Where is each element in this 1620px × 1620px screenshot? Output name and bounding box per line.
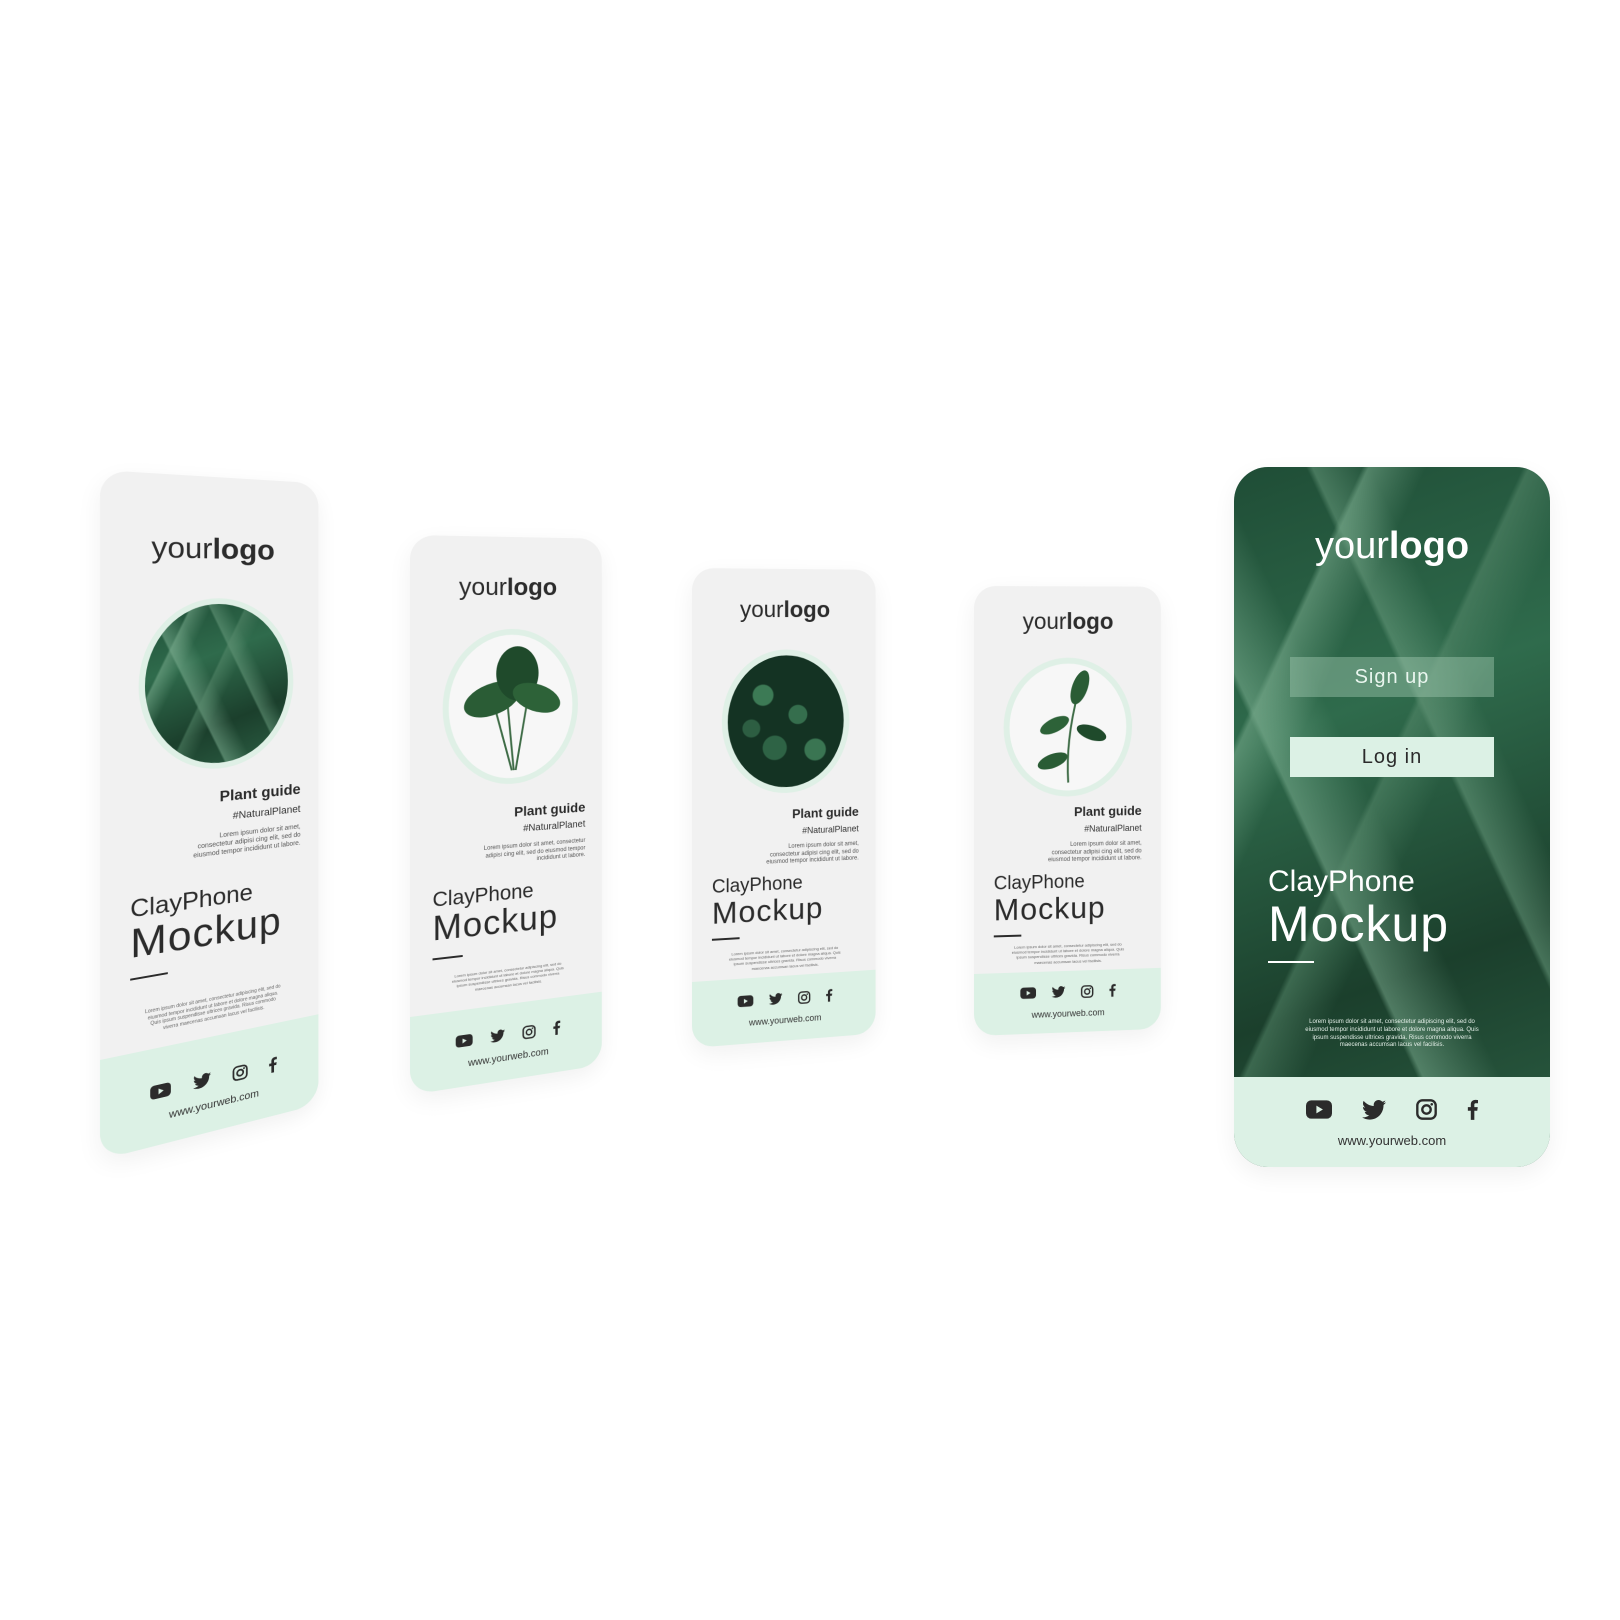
lorem-text: Lorem ipsum dolor sit amet, consectetur … xyxy=(193,823,301,860)
brand-line-2: Mockup xyxy=(993,889,1106,928)
brand-underline xyxy=(432,954,463,961)
facebook-icon[interactable] xyxy=(268,1056,277,1074)
logo: yourlogo xyxy=(151,529,275,567)
twitter-icon[interactable] xyxy=(490,1028,505,1044)
plant-guide-title: Plant guide xyxy=(1074,803,1142,820)
sapling-plant-image xyxy=(1035,667,1109,791)
plant-photo-circle xyxy=(1003,657,1133,798)
plant-guide-title: Plant guide xyxy=(792,804,859,822)
twitter-icon[interactable] xyxy=(1362,1099,1386,1120)
instagram-icon[interactable] xyxy=(232,1063,247,1081)
instagram-icon[interactable] xyxy=(798,990,810,1004)
phone-screen-5: yourlogo Sign up Log in ClayPhone Mockup… xyxy=(1234,467,1550,1167)
brand-title: ClayPhone Mockup xyxy=(711,872,824,941)
twitter-icon[interactable] xyxy=(1051,986,1066,998)
logo: yourlogo xyxy=(1022,608,1114,634)
plant-info: Plant guide #NaturalPlanet Lorem ipsum d… xyxy=(420,799,586,873)
social-icons xyxy=(1234,1099,1550,1120)
website-link[interactable]: www.yourweb.com xyxy=(692,1008,876,1032)
instagram-icon[interactable] xyxy=(522,1024,535,1039)
twitter-icon[interactable] xyxy=(768,992,783,1006)
social-icons xyxy=(974,982,1161,1002)
footer: www.yourweb.com xyxy=(974,967,1161,1036)
instagram-icon[interactable] xyxy=(1081,984,1094,997)
hashtag: #NaturalPlanet xyxy=(1084,822,1142,834)
youtube-icon[interactable] xyxy=(1020,987,1037,999)
body-lorem: Lorem ipsum dolor sit amet, consectetur … xyxy=(728,944,841,971)
footer: www.yourweb.com xyxy=(692,969,876,1048)
brand-title: ClayPhone Mockup xyxy=(432,877,558,961)
plant-info: Plant guide #NaturalPlanet Lorem ipsum d… xyxy=(986,803,1142,866)
brand-title: ClayPhone Mockup xyxy=(1268,865,1450,963)
footer: www.yourweb.com xyxy=(410,991,602,1095)
body-lorem: Lorem ipsum dolor sit amet, consectetur … xyxy=(451,960,564,992)
facebook-icon[interactable] xyxy=(1109,983,1116,997)
hashtag: #NaturalPlanet xyxy=(802,823,859,836)
youtube-icon[interactable] xyxy=(455,1033,473,1048)
phone-screen-3: yourlogo Plant guide #NaturalPlanet Lore… xyxy=(692,568,876,1048)
signup-button[interactable]: Sign up xyxy=(1290,657,1494,697)
brand-line-2: Mockup xyxy=(1268,896,1450,952)
plant-photo-circle xyxy=(721,649,850,796)
plant-photo-circle xyxy=(138,598,294,775)
brand-line-1: ClayPhone xyxy=(1268,865,1415,898)
phone-screen-2: yourlogo Plant guide #NaturalPlanet Lore… xyxy=(410,535,602,1095)
lorem-text: Lorem ipsum dolor sit amet, consectetur … xyxy=(483,837,586,863)
logo: yourlogo xyxy=(739,596,831,622)
youtube-icon[interactable] xyxy=(1306,1100,1332,1119)
brand-underline xyxy=(1268,961,1314,963)
website-link[interactable]: www.yourweb.com xyxy=(1234,1133,1550,1148)
lorem-text: Lorem ipsum dolor sit amet, consectetur … xyxy=(766,840,859,866)
footer: www.yourweb.com xyxy=(100,1014,319,1160)
mockup-stage: yourlogo Plant guide #NaturalPlanet Lore… xyxy=(0,0,1620,1620)
plant-info: Plant guide #NaturalPlanet Lorem ipsum d… xyxy=(704,804,859,870)
phone-screen-4: yourlogo Plant guide #NaturalPlanet Lore… xyxy=(974,586,1161,1036)
plant-photo-circle xyxy=(442,628,578,789)
brand-underline xyxy=(993,934,1022,938)
social-icons xyxy=(692,985,876,1012)
instagram-icon[interactable] xyxy=(1416,1099,1437,1120)
twitter-icon[interactable] xyxy=(192,1071,211,1091)
brand-title: ClayPhone Mockup xyxy=(993,871,1106,938)
footer: www.yourweb.com xyxy=(1234,1077,1550,1167)
lorem-text: Lorem ipsum dolor sit amet, consectetur … xyxy=(1048,840,1142,864)
monstera-plant-image xyxy=(459,645,565,782)
brand-underline xyxy=(130,972,168,981)
logo: yourlogo xyxy=(459,573,558,601)
youtube-icon[interactable] xyxy=(737,995,754,1008)
brand-line-2: Mockup xyxy=(711,890,824,931)
brand-underline xyxy=(711,937,740,941)
body-lorem: Lorem ipsum dolor sit amet, consectetur … xyxy=(1305,1019,1479,1049)
facebook-icon[interactable] xyxy=(553,1020,561,1036)
body-lorem: Lorem ipsum dolor sit amet, consectetur … xyxy=(1011,941,1125,965)
facebook-icon[interactable] xyxy=(1467,1099,1478,1120)
phone-screen-1: yourlogo Plant guide #NaturalPlanet Lore… xyxy=(100,470,319,1160)
login-button[interactable]: Log in xyxy=(1290,737,1494,777)
website-link[interactable]: www.yourweb.com xyxy=(974,1005,1161,1022)
facebook-icon[interactable] xyxy=(826,988,833,1002)
logo: yourlogo xyxy=(1314,525,1470,567)
brand-title: ClayPhone Mockup xyxy=(130,875,281,981)
youtube-icon[interactable] xyxy=(149,1081,171,1101)
plant-info: Plant guide #NaturalPlanet Lorem ipsum d… xyxy=(113,782,301,871)
